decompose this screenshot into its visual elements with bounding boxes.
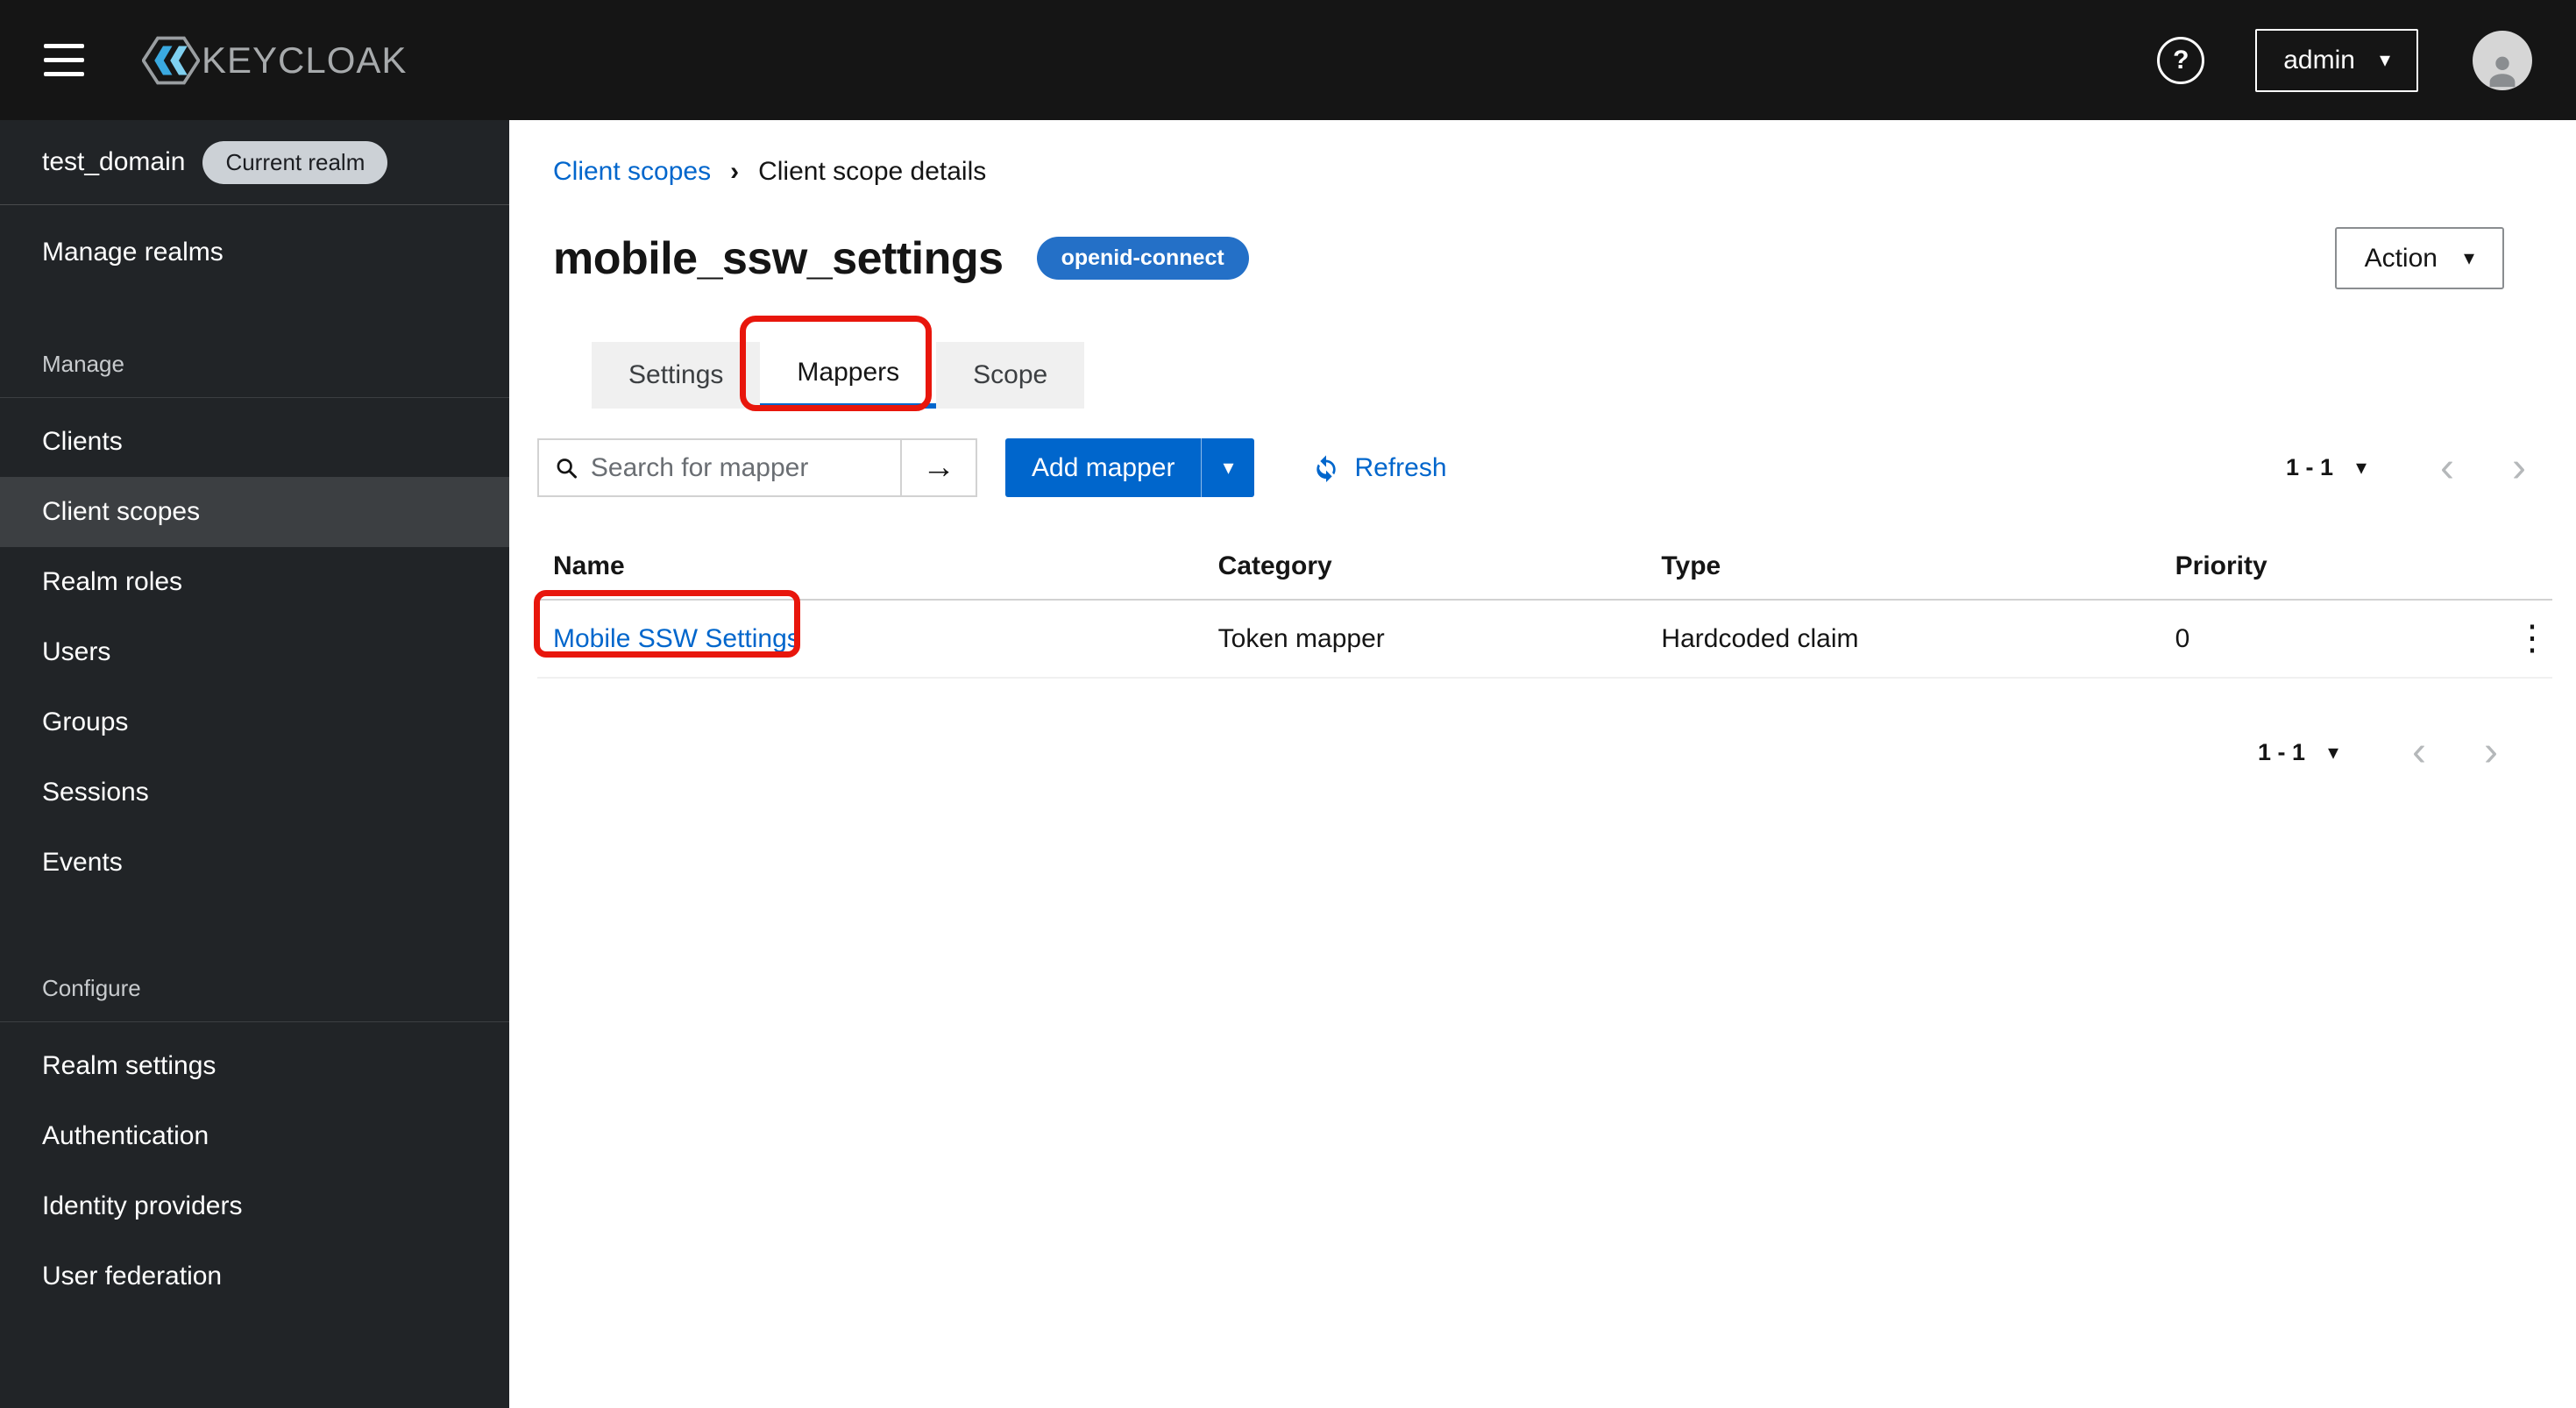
divider: [0, 397, 509, 398]
column-header-priority: Priority: [2159, 537, 2492, 601]
sidebar-item-realm-settings[interactable]: Realm settings: [0, 1031, 509, 1101]
sidebar: test_domain Current realm Manage realms …: [0, 120, 509, 1408]
section-label-manage: Manage: [42, 351, 124, 377]
tab-scope[interactable]: Scope: [936, 342, 1085, 409]
mapper-category: Token mapper: [1202, 600, 1646, 679]
chevron-right-icon: ›: [730, 157, 740, 186]
chevron-down-icon: ▾: [2463, 245, 2474, 270]
pagination-next-icon[interactable]: ›: [2512, 446, 2526, 489]
brand-text: KEYCLOAK: [202, 39, 408, 81]
person-icon: [2489, 56, 2516, 87]
kebab-menu-icon[interactable]: ⋮: [2508, 621, 2557, 656]
pagination-per-page-dropdown[interactable]: ▾: [2328, 740, 2338, 765]
title-row: mobile_ssw_settings openid-connect Actio…: [553, 227, 2552, 289]
sidebar-section-manage: Manage Clients Client scopes Realm roles…: [0, 351, 509, 898]
topbar: KEYCLOAK ? admin ▾: [0, 0, 2576, 120]
table-row: Mobile SSW Settings Token mapper Hardcod…: [537, 600, 2552, 679]
arrow-right-icon: →: [922, 449, 955, 486]
tab-mappers[interactable]: Mappers: [760, 342, 937, 409]
sidebar-item-realm-roles[interactable]: Realm roles: [0, 547, 509, 617]
sidebar-section-configure: Configure Realm settings Authentication …: [0, 975, 509, 1312]
search-submit-button[interactable]: →: [900, 438, 977, 497]
realm-switcher[interactable]: test_domain Current realm: [0, 120, 509, 205]
refresh-icon: [1316, 454, 1337, 482]
realm-name: test_domain: [42, 147, 186, 176]
sidebar-item-manage-realms[interactable]: Manage realms: [0, 217, 509, 288]
tab-settings[interactable]: Settings: [592, 342, 761, 409]
pagination-per-page-dropdown[interactable]: ▾: [2356, 455, 2367, 480]
help-icon[interactable]: ?: [2157, 36, 2205, 84]
avatar[interactable]: [2473, 30, 2532, 90]
column-header-type: Type: [1645, 537, 2160, 601]
sidebar-item-client-scopes[interactable]: Client scopes: [0, 477, 509, 547]
pagination-prev-icon[interactable]: ‹: [2440, 446, 2454, 489]
column-header-name: Name: [537, 537, 1203, 601]
hamburger-icon: [44, 44, 84, 48]
toolbar: → Add mapper ▾ Refresh 1 - 1 ▾ ‹ ›: [537, 438, 2552, 497]
current-realm-badge: Current realm: [202, 140, 388, 184]
keycloak-hexagon-icon: [142, 36, 200, 84]
divider: [0, 1021, 509, 1022]
sidebar-item-events[interactable]: Events: [0, 828, 509, 898]
mapper-priority: 0: [2159, 600, 2492, 679]
action-dropdown-button[interactable]: Action ▾: [2334, 227, 2504, 289]
sidebar-item-identity-providers[interactable]: Identity providers: [0, 1171, 509, 1241]
breadcrumb-current: Client scope details: [758, 157, 987, 186]
protocol-badge: openid-connect: [1036, 237, 1249, 280]
pagination-top: 1 - 1 ▾ ‹ ›: [2285, 446, 2526, 489]
chevron-down-icon[interactable]: ▾: [1201, 438, 1254, 497]
search-icon: [557, 458, 577, 479]
mappers-table: Name Category Type Priority Mobile SSW S…: [537, 537, 2552, 679]
column-header-category: Category: [1202, 537, 1646, 601]
sidebar-item-authentication[interactable]: Authentication: [0, 1101, 509, 1171]
table-header-row: Name Category Type Priority: [537, 537, 2552, 601]
add-mapper-button[interactable]: Add mapper ▾: [1005, 438, 1255, 497]
breadcrumb-client-scopes-link[interactable]: Client scopes: [553, 157, 711, 187]
chevron-down-icon: ▾: [2379, 47, 2390, 72]
pagination-next-icon[interactable]: ›: [2484, 731, 2498, 773]
page-title: mobile_ssw_settings: [553, 232, 1004, 284]
pagination-range: 1 - 1: [2257, 738, 2305, 765]
topbar-right: ? admin ▾: [2157, 28, 2532, 92]
sidebar-item-clients[interactable]: Clients: [0, 407, 509, 477]
refresh-label: Refresh: [1354, 452, 1447, 482]
search-input[interactable]: [590, 452, 900, 483]
pagination-bottom: 1 - 1 ▾ ‹ ›: [537, 731, 2498, 773]
search-box: [537, 438, 902, 497]
refresh-button[interactable]: Refresh: [1312, 452, 1447, 483]
add-mapper-label: Add mapper: [1032, 452, 1175, 482]
mapper-type: Hardcoded claim: [1645, 600, 2160, 679]
sidebar-item-user-federation[interactable]: User federation: [0, 1241, 509, 1312]
sidebar-item-groups[interactable]: Groups: [0, 687, 509, 757]
user-menu-dropdown[interactable]: admin ▾: [2255, 28, 2418, 92]
mapper-name-link[interactable]: Mobile SSW Settings: [553, 624, 800, 653]
breadcrumb: Client scopes › Client scope details: [553, 157, 2552, 187]
main-content: Client scopes › Client scope details mob…: [509, 120, 2576, 1408]
search-group: →: [537, 438, 977, 497]
column-header-actions: [2491, 537, 2552, 601]
sidebar-item-users[interactable]: Users: [0, 617, 509, 687]
section-label-configure: Configure: [42, 975, 141, 1001]
action-label: Action: [2364, 243, 2438, 273]
pagination-prev-icon[interactable]: ‹: [2412, 731, 2426, 773]
keycloak-logo: KEYCLOAK: [142, 35, 407, 86]
sidebar-item-sessions[interactable]: Sessions: [0, 757, 509, 828]
hamburger-menu-button[interactable]: [44, 30, 105, 91]
tabs: Settings Mappers Scope: [592, 342, 2552, 409]
user-menu-label: admin: [2283, 45, 2355, 75]
pagination-range: 1 - 1: [2285, 454, 2333, 480]
